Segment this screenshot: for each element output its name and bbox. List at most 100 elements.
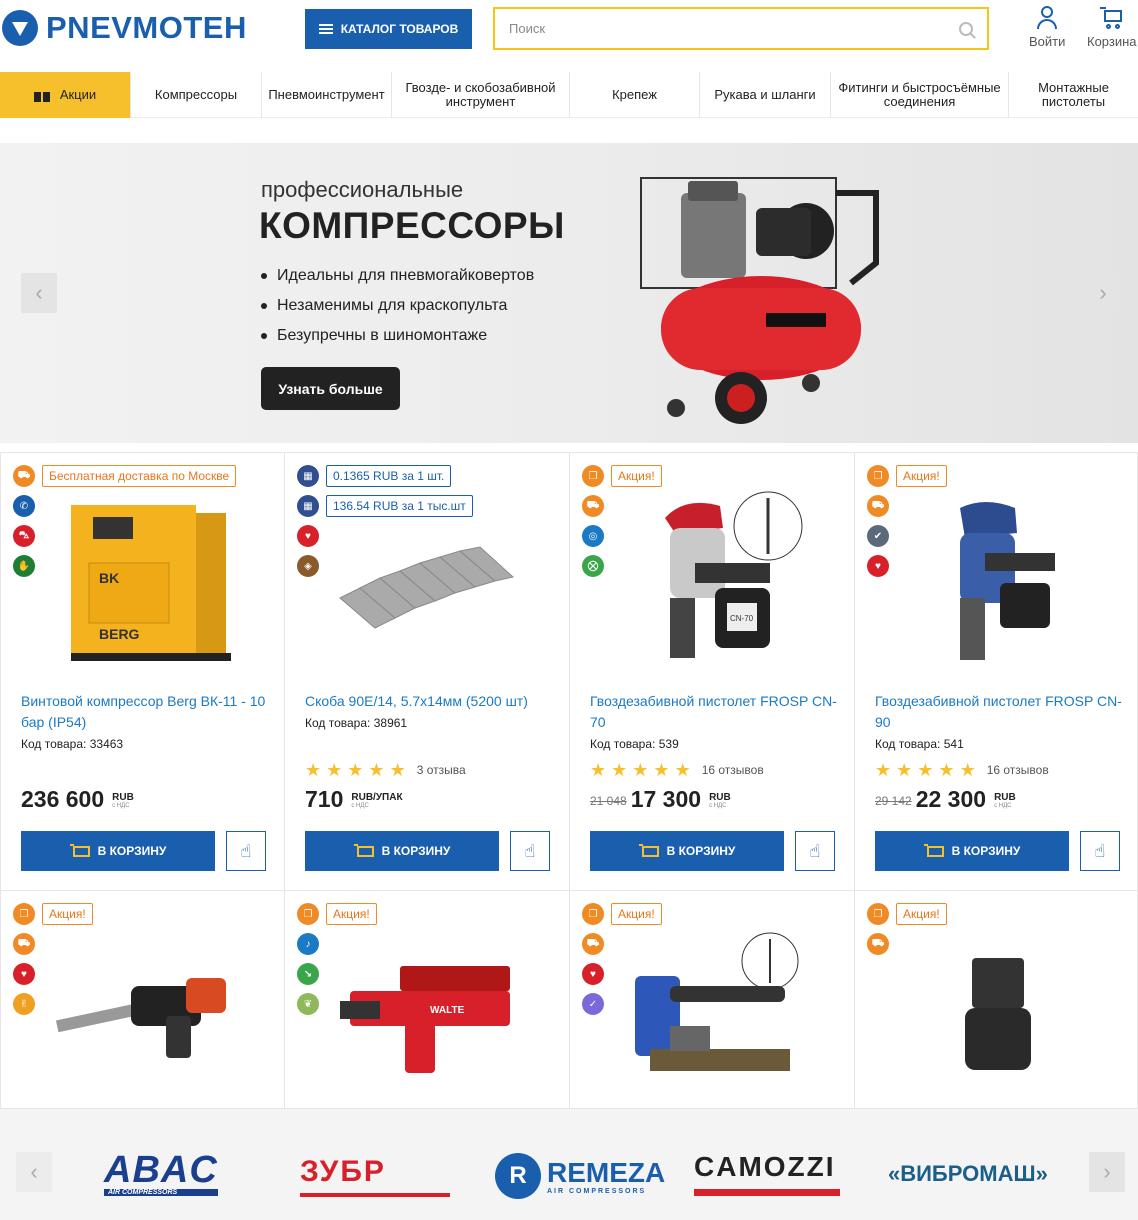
thumb-icon: ✌ — [13, 993, 35, 1015]
product-name[interactable]: Скоба 90Е/14, 5.7х14мм (5200 шт) — [305, 691, 555, 712]
nav-item-fasteners[interactable]: Крепеж — [570, 72, 700, 118]
product-image[interactable] — [56, 966, 236, 1061]
site-header: PNEVMOTEH КАТАЛОГ ТОВАРОВ Войти Корзина — [0, 0, 1138, 72]
star-icon: ★ — [590, 760, 607, 780]
product-code: Код товара: 541 — [875, 737, 964, 751]
price-value: 22 300 — [915, 786, 987, 812]
gift-icon: ❐ — [297, 903, 319, 925]
one-click-buy-button[interactable]: ☝ — [510, 831, 550, 871]
login-link[interactable]: Войти — [1029, 6, 1065, 49]
brand-logo-camozzi[interactable]: CAMOZZI — [694, 1151, 840, 1196]
product-image[interactable]: WALTE — [340, 961, 520, 1076]
learn-more-button[interactable]: Узнать больше — [261, 367, 400, 410]
old-price: 21 048 — [590, 794, 627, 808]
product-image[interactable] — [945, 498, 1065, 668]
rating[interactable]: ★ ★ ★ ★ ★ 16 отзывов — [590, 761, 764, 779]
product-image[interactable] — [630, 931, 800, 1091]
add-to-cart-button[interactable]: В КОРЗИНУ — [875, 831, 1069, 871]
add-to-cart-button[interactable]: В КОРЗИНУ — [21, 831, 215, 871]
banner-subtitle: профессиональные — [261, 177, 464, 202]
search-icon[interactable] — [959, 21, 973, 36]
hand-pointer-icon: ☝ — [524, 840, 536, 861]
nav-item-mounting-guns[interactable]: Монтажные пистолеты — [1009, 72, 1138, 118]
gift-icon: ❐ — [582, 903, 604, 925]
gift-icon: ❐ — [867, 465, 889, 487]
promo-tag: Бесплатная доставка по Москве — [42, 465, 237, 487]
star-icon: ★ — [653, 760, 670, 780]
add-to-cart-button[interactable]: В КОРЗИНУ — [590, 831, 784, 871]
add-to-cart-button[interactable]: В КОРЗИНУ — [305, 831, 499, 871]
product-image[interactable]: BK BERG — [69, 503, 237, 663]
nav-item-promo[interactable]: Акции — [0, 72, 131, 118]
brand-logo-abac[interactable]: ABAC AIR COMPRESSORS — [104, 1151, 218, 1196]
product-card[interactable]: ❐ ⛟ ◎ ⛒ Акция! CN-70 Гвоздезабивной пист… — [570, 452, 855, 891]
cart-link[interactable]: Корзина — [1087, 6, 1137, 49]
price-currency: RUB/УПАК — [351, 792, 403, 803]
search-input[interactable] — [509, 21, 959, 36]
product-card[interactable]: ❐ ⛟ ♥ ✌ Акция! — [0, 891, 285, 1109]
shield-check-icon: ✔ — [867, 525, 889, 547]
price-vat: с НДС — [709, 803, 727, 809]
product-image[interactable] — [960, 956, 1035, 1076]
cart-label: Корзина — [1087, 34, 1137, 49]
banner-bullet: Идеальны для пневмогайковертов — [261, 261, 534, 291]
hand-pointer-icon: ☝ — [240, 840, 252, 861]
brands-next-button[interactable]: › — [1089, 1152, 1125, 1192]
promo-tag: Акция! — [611, 465, 662, 487]
banner-next-button[interactable]: › — [1085, 273, 1121, 313]
nav-item-nailers[interactable]: Гвозде- и скобозабивной инструмент — [392, 72, 570, 118]
free-delivery-icon: ⛟ — [582, 495, 604, 517]
product-card[interactable]: ▦ ▦ ♥ ◈ 0.1365 RUB за 1 шт. 136.54 RUB з… — [285, 452, 570, 891]
star-icon: ★ — [875, 760, 892, 780]
logo-text: PNEVMOTEH — [46, 10, 247, 45]
one-click-buy-button[interactable]: ☝ — [795, 831, 835, 871]
nav-item-fittings[interactable]: Фитинги и быстросъёмные соединения — [831, 72, 1009, 118]
hand-pointer-icon: ☝ — [809, 840, 821, 861]
gift-icon: ❐ — [867, 903, 889, 925]
nav-item-compressors[interactable]: Компрессоры — [131, 72, 262, 118]
product-image[interactable]: CN-70 — [655, 488, 810, 668]
gift-icon: ❐ — [582, 465, 604, 487]
nav-item-hoses[interactable]: Рукава и шланги — [700, 72, 831, 118]
price-value: 236 600 — [21, 786, 105, 812]
cart-icon — [69, 844, 90, 858]
site-logo[interactable]: PNEVMOTEH — [2, 10, 247, 46]
product-name[interactable]: Винтовой компрессор Berg ВК-11 - 10 бар … — [21, 691, 271, 733]
product-card[interactable]: ❐ ⛟ Акция! — [855, 891, 1138, 1109]
rating[interactable]: ★ ★ ★ ★ ★ 3 отзыва — [305, 761, 466, 779]
brand-logo-vibromash[interactable]: «ВИБРОМАШ» — [888, 1161, 1048, 1187]
heart-icon: ♥ — [867, 555, 889, 577]
nav-item-pneumotools[interactable]: Пневмоинструмент — [262, 72, 392, 118]
star-icon: ★ — [959, 760, 976, 780]
brand-logo-remeza[interactable]: R REMEZA AIR COMPRESSORS — [495, 1153, 665, 1199]
product-image[interactable] — [335, 543, 520, 653]
nav-item-label: Монтажные пистолеты — [1038, 80, 1109, 109]
free-delivery-icon: ⛟ — [582, 933, 604, 955]
nav-item-label: Компрессоры — [154, 87, 238, 102]
nav-item-label: Крепеж — [612, 87, 657, 102]
leaf-icon: ❦ — [297, 993, 319, 1015]
banner-prev-button[interactable]: ‹ — [21, 273, 57, 313]
product-name[interactable]: Гвоздезабивной пистолет FROSP CN-90 — [875, 691, 1125, 733]
menu-icon — [318, 24, 333, 34]
brand-logo-zubr[interactable]: ЗУБР — [300, 1155, 450, 1197]
star-icon: ★ — [326, 760, 343, 780]
one-click-buy-button[interactable]: ☝ — [226, 831, 266, 871]
price-currency: RUB — [709, 792, 731, 803]
catalog-button[interactable]: КАТАЛОГ ТОВАРОВ — [305, 9, 472, 49]
star-icon: ★ — [347, 760, 364, 780]
product-card[interactable]: ❐ ⛟ ♥ ✓ Акция! — [570, 891, 855, 1109]
price-value: 710 — [305, 786, 344, 812]
chevron-right-icon: › — [1099, 280, 1107, 305]
one-click-buy-button[interactable]: ☝ — [1080, 831, 1120, 871]
chevron-right-icon: › — [1103, 1159, 1111, 1184]
rating[interactable]: ★ ★ ★ ★ ★ 16 отзывов — [875, 761, 1049, 779]
product-card[interactable]: ❐ ♪ ↘ ❦ Акция! WALTE — [285, 891, 570, 1109]
product-code: Код товара: 539 — [590, 737, 679, 751]
product-card[interactable]: ❐ ⛟ ✔ ♥ Акция! Гвоздезабивной пистолет F… — [855, 452, 1138, 891]
product-card[interactable]: ⛟ ✆ ⛍ ✋ Бесплатная доставка по Москве BK… — [0, 452, 285, 891]
gift-icon: ❐ — [13, 903, 35, 925]
review-count: 16 отзывов — [986, 763, 1049, 777]
product-name[interactable]: Гвоздезабивной пистолет FROSP CN-70 — [590, 691, 840, 733]
brands-prev-button[interactable]: ‹ — [16, 1152, 52, 1192]
